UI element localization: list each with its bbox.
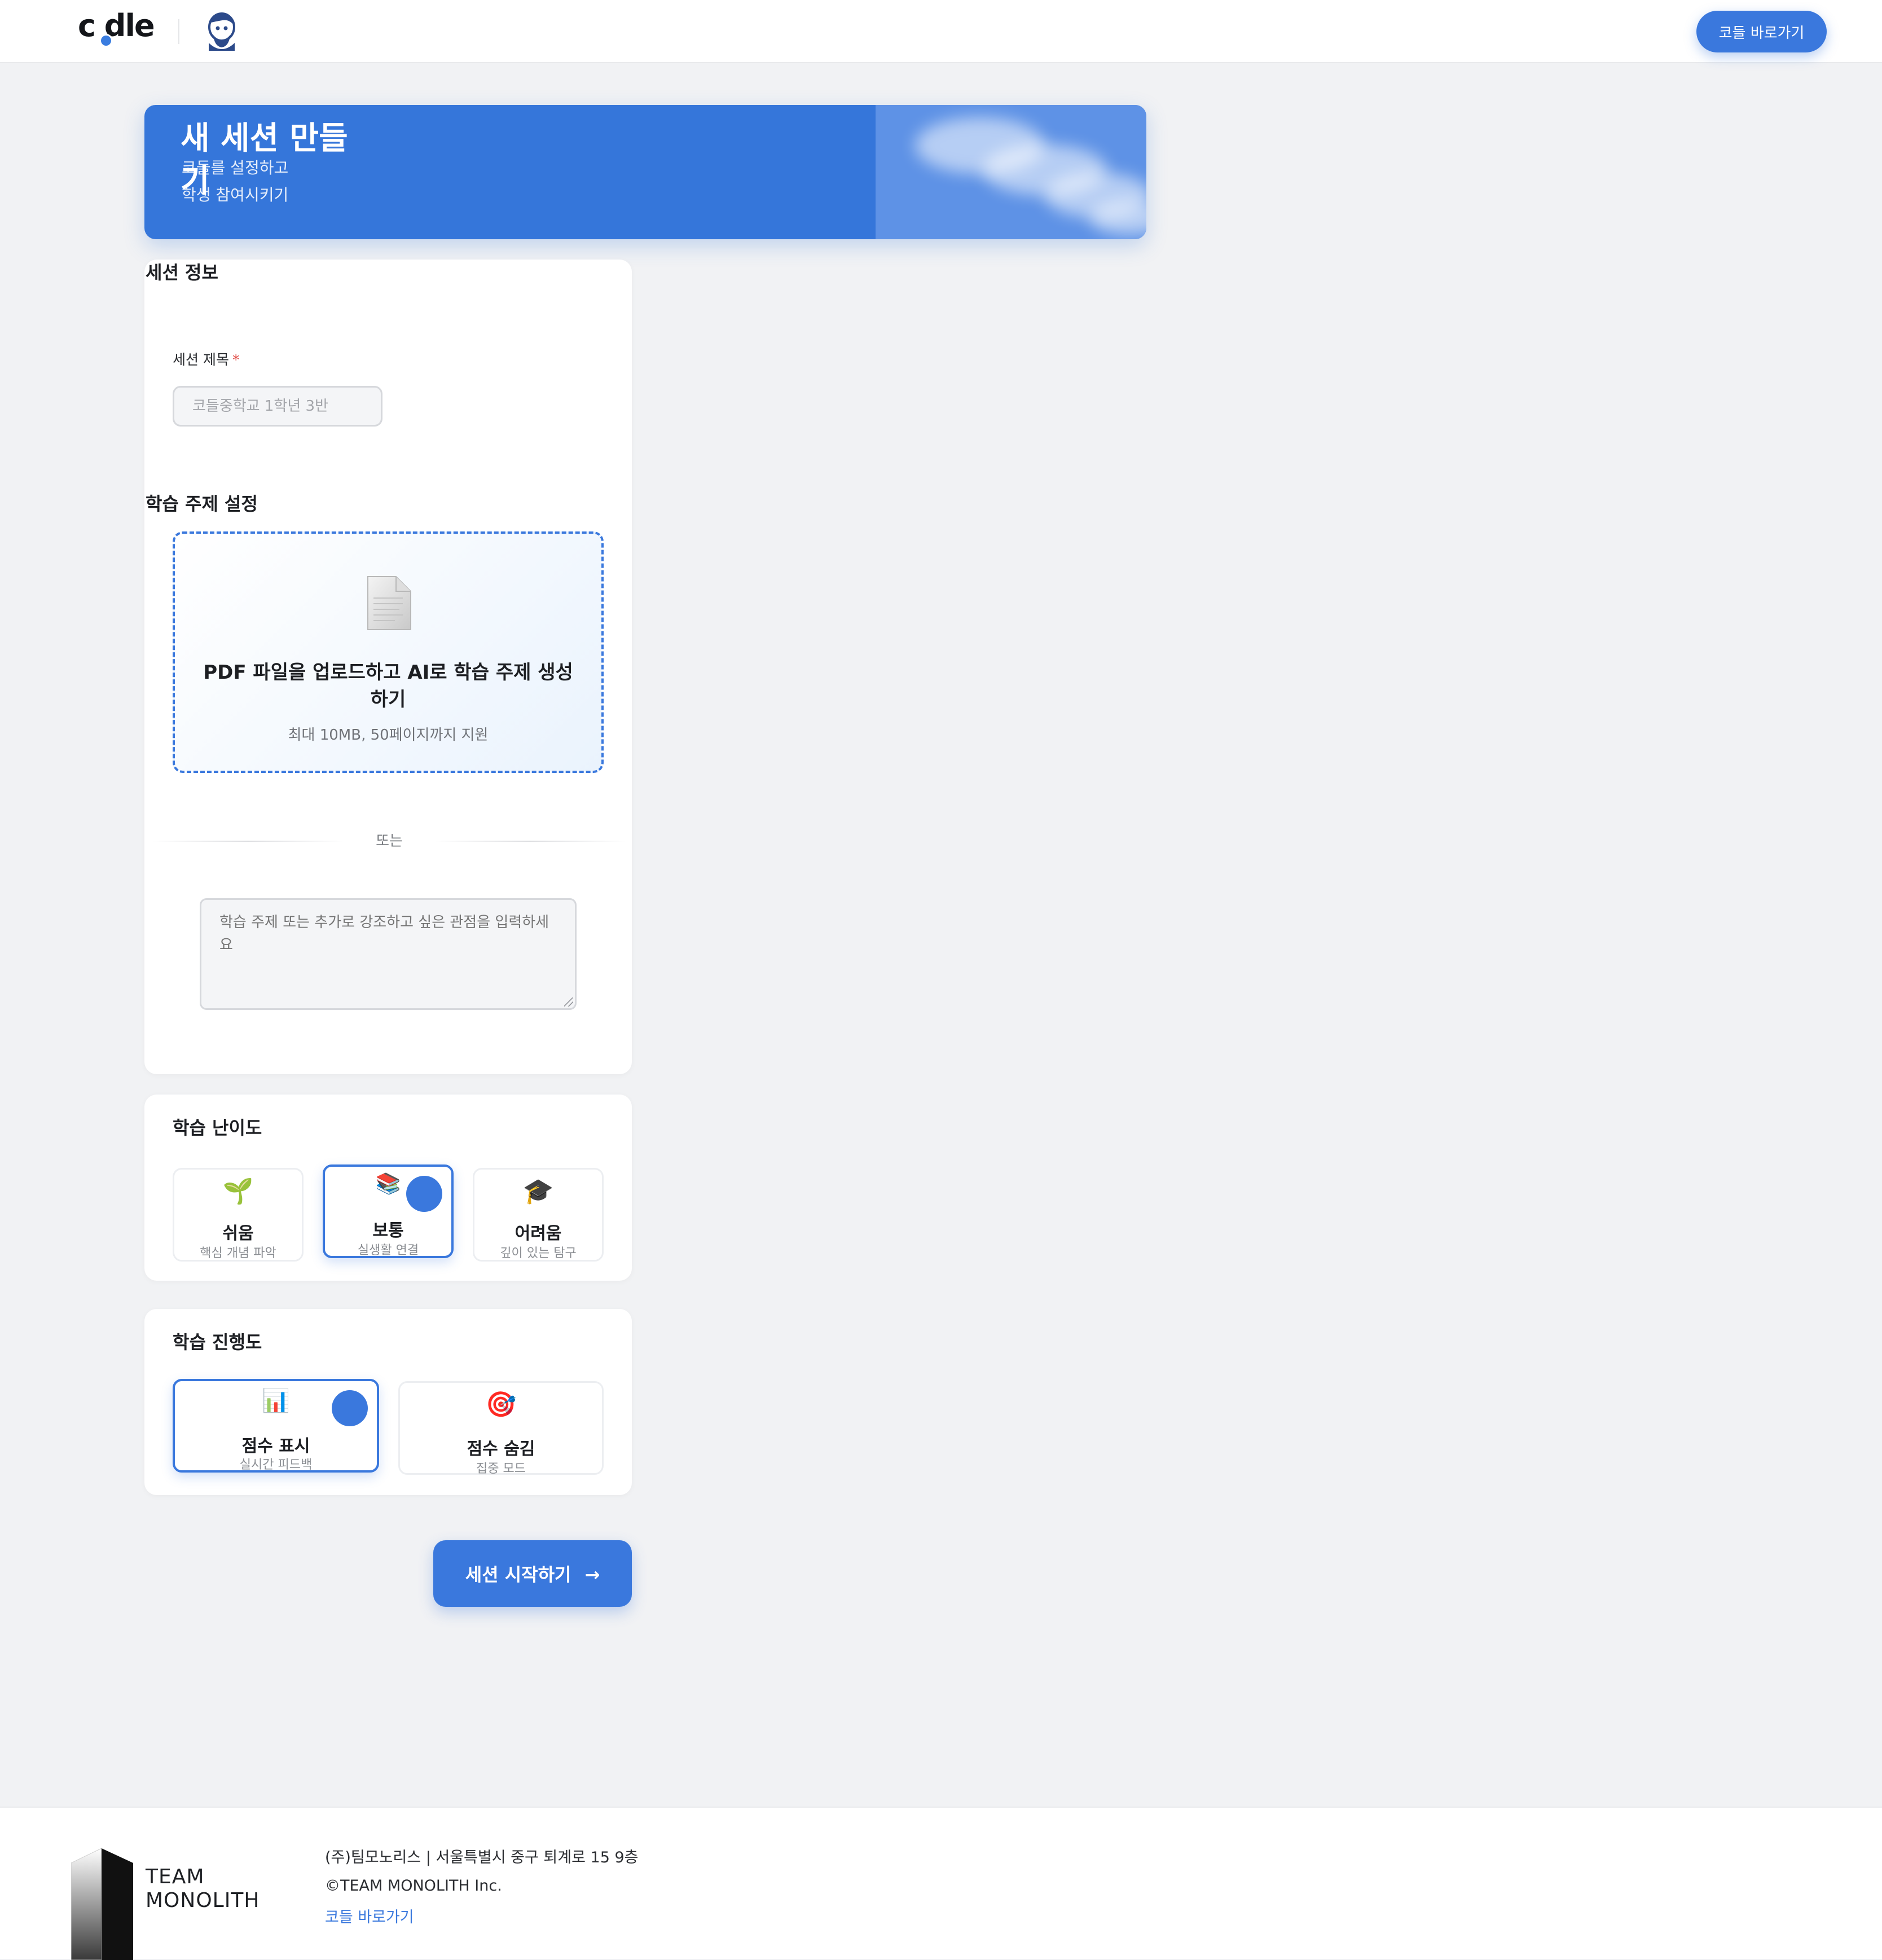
top-navigation-bar: c dle 코들 바로가기 bbox=[0, 0, 1882, 63]
company-info: (주)팀모노리스 | 서울특별시 중구 퇴계로 15 9층 ©TEAM MONO… bbox=[325, 1844, 638, 1900]
option-label: 쉬움 bbox=[222, 1224, 254, 1243]
option-label: 보통 bbox=[372, 1221, 404, 1241]
session-title-label-text: 세션 제목 bbox=[173, 351, 229, 368]
codle-logo[interactable]: c dle bbox=[78, 8, 155, 47]
progress-heading: 학습 진행도 bbox=[173, 1331, 262, 1353]
company-address: (주)팀모노리스 | 서울특별시 중구 퇴계로 15 9층 bbox=[325, 1849, 639, 1866]
document-icon bbox=[367, 576, 411, 630]
topic-textarea[interactable] bbox=[200, 898, 577, 1010]
graduation-cap-icon: 🎓 bbox=[522, 1177, 554, 1206]
difficulty-option-hard[interactable]: 🎓 어려움 깊이 있는 탐구 bbox=[473, 1168, 604, 1262]
topic-heading: 학습 주제 설정 bbox=[146, 493, 258, 515]
required-mark: * bbox=[232, 351, 240, 368]
difficulty-option-easy[interactable]: 🌱 쉬움 핵심 개념 파악 bbox=[173, 1168, 304, 1262]
header-divider bbox=[178, 19, 179, 44]
option-desc: 실생활 연결 bbox=[357, 1243, 419, 1258]
footer-go-to-codle-link[interactable]: 코들 바로가기 bbox=[325, 1905, 414, 1927]
session-info-heading: 세션 정보 bbox=[146, 262, 218, 283]
option-desc: 집중 모드 bbox=[476, 1462, 526, 1476]
start-session-label: 세션 시작하기 bbox=[465, 1564, 571, 1585]
option-desc: 실시간 피드백 bbox=[239, 1458, 313, 1472]
option-desc: 핵심 개념 파악 bbox=[200, 1246, 276, 1260]
logo-text: c dle bbox=[78, 8, 155, 43]
option-label: 점수 표시 bbox=[241, 1436, 310, 1456]
option-label: 어려움 bbox=[515, 1224, 562, 1243]
hero-cloud-panel bbox=[876, 105, 1146, 239]
hero-banner: 새 세션 만들기 코들를 설정하고 학생 참여시키기 bbox=[144, 105, 1146, 239]
arrow-right-icon: → bbox=[584, 1564, 600, 1585]
team-monolith-wordmark: TEAM MONOLITH bbox=[146, 1865, 260, 1913]
start-session-button[interactable]: 세션 시작하기 → bbox=[433, 1540, 632, 1607]
upload-limit-text: 최대 10MB, 50페이지까지 지원 bbox=[288, 727, 489, 744]
or-divider-right bbox=[434, 841, 626, 842]
target-icon: 🎯 bbox=[485, 1390, 517, 1419]
progress-option-show-score[interactable]: 📊 점수 표시 실시간 피드백 bbox=[173, 1379, 379, 1473]
upload-title: PDF 파일을 업로드하고 AI로 학습 주제 생성하기 bbox=[203, 661, 573, 711]
brand-line-1: TEAM bbox=[146, 1865, 205, 1888]
pdf-upload-dropzone[interactable]: PDF 파일을 업로드하고 AI로 학습 주제 생성하기 최대 10MB, 50… bbox=[173, 531, 604, 773]
or-divider-left bbox=[152, 841, 344, 842]
logo-dot-icon bbox=[99, 34, 113, 47]
brand-line-2: MONOLITH bbox=[146, 1889, 260, 1912]
footer: TEAM MONOLITH (주)팀모노리스 | 서울특별시 중구 퇴계로 15… bbox=[0, 1807, 1882, 1960]
session-title-label: 세션 제목 * bbox=[173, 349, 239, 369]
progress-option-hide-score[interactable]: 🎯 점수 숨김 집중 모드 bbox=[398, 1381, 604, 1476]
selected-indicator bbox=[406, 1176, 442, 1212]
mascot-icon bbox=[208, 12, 235, 51]
difficulty-heading: 학습 난이도 bbox=[173, 1117, 262, 1139]
page-subtitle: 코들를 설정하고 학생 참여시키기 bbox=[182, 159, 289, 204]
sprout-icon: 🌱 bbox=[222, 1177, 254, 1206]
go-to-codle-button[interactable]: 코들 바로가기 bbox=[1696, 11, 1827, 52]
or-text: 또는 bbox=[376, 833, 403, 850]
textarea-resize-handle[interactable] bbox=[564, 997, 573, 1007]
team-monolith-logo-icon bbox=[71, 1848, 133, 1960]
session-title-input[interactable] bbox=[173, 386, 382, 427]
difficulty-option-normal[interactable]: 📚 보통 실생활 연결 bbox=[323, 1164, 454, 1258]
selected-indicator bbox=[332, 1390, 368, 1426]
copyright: ©TEAM MONOLITH Inc. bbox=[325, 1877, 502, 1895]
option-label: 점수 숨김 bbox=[467, 1439, 535, 1459]
option-desc: 깊이 있는 탐구 bbox=[500, 1246, 577, 1260]
